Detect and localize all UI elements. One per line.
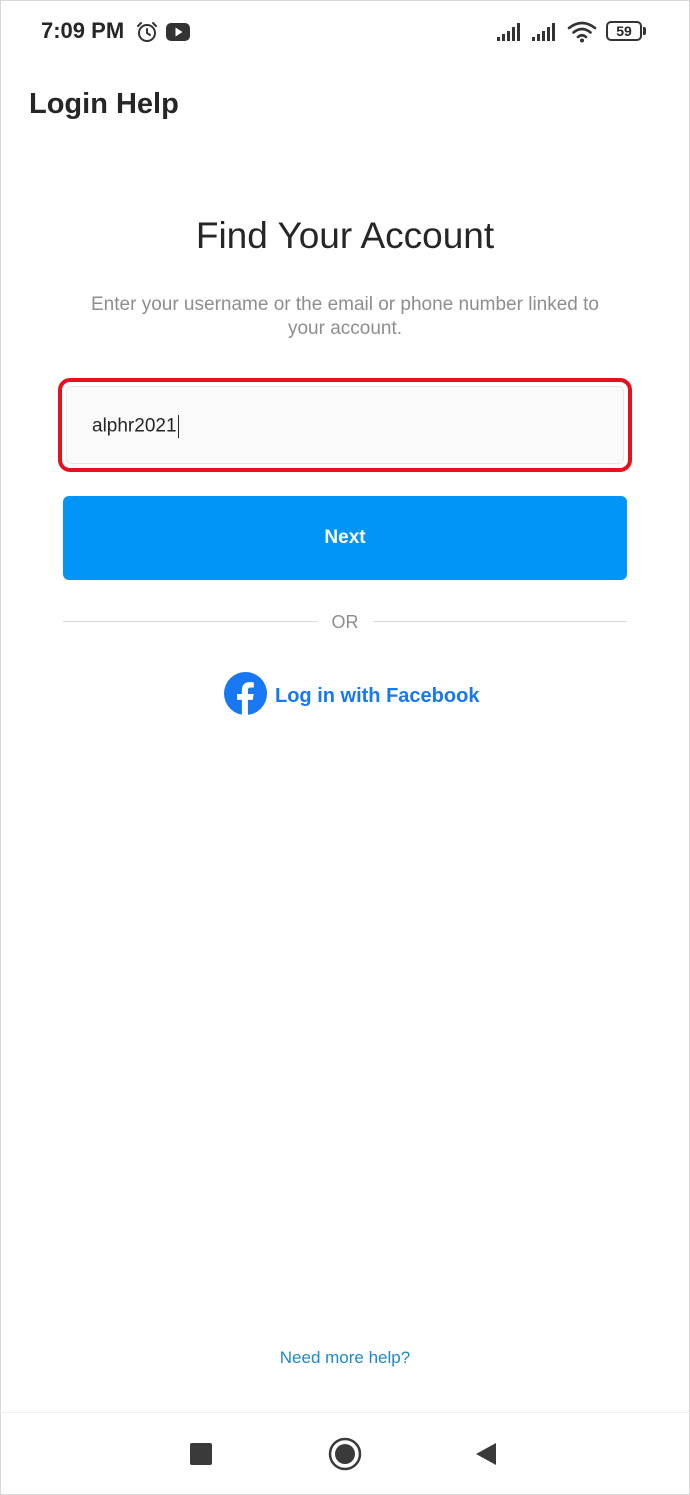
youtube-icon <box>166 22 190 47</box>
facebook-login-label: Log in with Facebook <box>275 684 480 707</box>
home-button[interactable] <box>328 1437 362 1476</box>
instruction-text: Enter your username or the email or phon… <box>91 294 599 339</box>
signal-icon <box>497 22 524 47</box>
battery-tip <box>643 27 646 35</box>
facebook-login-link[interactable]: Log in with Facebook <box>224 672 480 720</box>
text-caret <box>177 415 179 438</box>
divider-or: OR <box>331 612 359 632</box>
username-input-value: alphr2021 <box>92 415 179 438</box>
next-button[interactable]: Next <box>63 496 627 580</box>
wifi-icon <box>567 21 597 48</box>
status-time: 7:09 PM <box>41 18 125 43</box>
battery-icon: 59 <box>606 21 642 41</box>
facebook-icon <box>224 672 267 720</box>
find-account-heading: Find Your Account <box>195 215 495 256</box>
page-title: Login Help <box>29 88 179 120</box>
username-input[interactable]: alphr2021 <box>66 386 624 464</box>
need-more-help-link[interactable]: Need more help? <box>0 1348 690 1368</box>
alarm-icon <box>135 20 159 49</box>
system-nav-bar <box>0 1412 690 1495</box>
username-value-text: alphr2021 <box>92 415 177 437</box>
recents-button[interactable] <box>190 1443 212 1470</box>
divider-line-right <box>373 621 627 622</box>
signal-icon <box>532 22 559 47</box>
status-bar: 7:09 PM 59 <box>0 0 690 64</box>
back-button[interactable] <box>474 1442 498 1471</box>
